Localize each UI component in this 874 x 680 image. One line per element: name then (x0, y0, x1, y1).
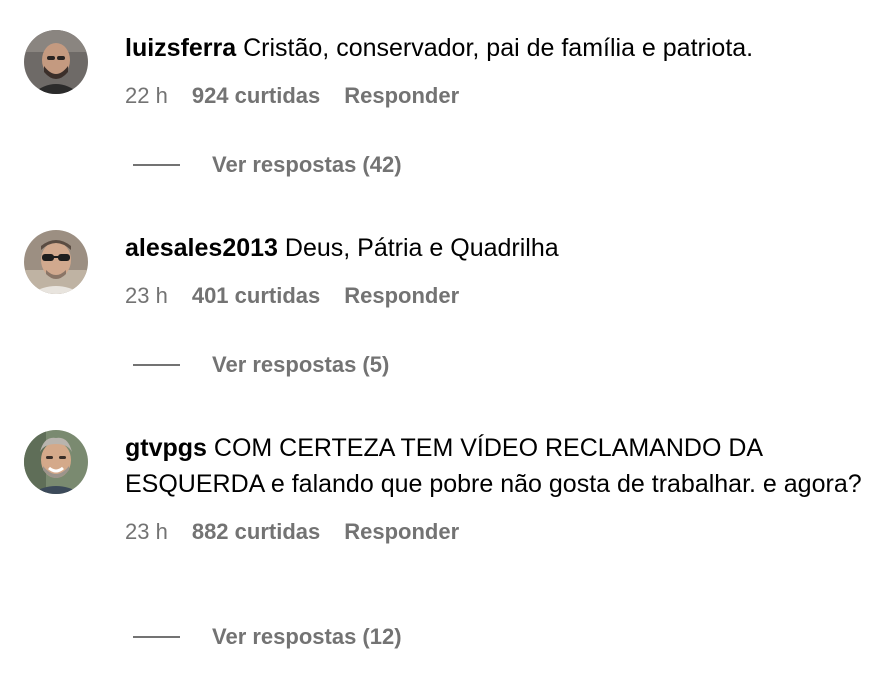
comment-username[interactable]: gtvpgs (125, 434, 207, 462)
view-replies-button[interactable]: Ver respostas (5) (133, 352, 389, 378)
comment-time: 23 h (125, 519, 168, 544)
view-replies-label: Ver respostas (5) (212, 352, 390, 377)
comment-body: luizsferra Cristão, conservador, pai de … (125, 30, 865, 111)
comment-text-line: luizsferra Cristão, conservador, pai de … (125, 30, 865, 66)
reply-button[interactable]: Responder (344, 517, 459, 547)
avatar-image (24, 30, 88, 94)
comment-meta: 22 h 924 curtidas Responder (125, 81, 865, 111)
comment-username[interactable]: alesales2013 (125, 234, 278, 262)
comment-text: Deus, Pátria e Quadrilha (284, 234, 559, 262)
replies-divider-line (133, 364, 180, 366)
reply-button[interactable]: Responder (344, 81, 459, 111)
comment-likes[interactable]: 401 curtidas (192, 281, 320, 311)
comment-meta: 23 h 882 curtidas Responder (125, 517, 865, 547)
comment-time: 23 h (125, 283, 168, 308)
comment-body: gtvpgs COM CERTEZA TEM VÍDEO RECLAMANDO … (125, 430, 865, 547)
comment-text-line: gtvpgs COM CERTEZA TEM VÍDEO RECLAMANDO … (125, 430, 865, 502)
avatar[interactable] (24, 30, 88, 94)
reply-button[interactable]: Responder (344, 281, 459, 311)
view-replies-label: Ver respostas (42) (212, 152, 402, 177)
avatar-image (24, 230, 88, 294)
avatar[interactable] (24, 230, 88, 294)
comment-username[interactable]: luizsferra (125, 34, 236, 62)
comment-time: 22 h (125, 83, 168, 108)
view-replies-button[interactable]: Ver respostas (12) (133, 624, 402, 650)
avatar-image (24, 430, 88, 494)
comment-likes[interactable]: 882 curtidas (192, 517, 320, 547)
replies-divider-line (133, 636, 180, 638)
replies-divider-line (133, 164, 180, 166)
comment-text-line: alesales2013 Deus, Pátria e Quadrilha (125, 230, 865, 266)
comments-list: luizsferra Cristão, conservador, pai de … (0, 0, 874, 680)
view-replies-button[interactable]: Ver respostas (42) (133, 152, 402, 178)
view-replies-label: Ver respostas (12) (212, 624, 402, 649)
comment-body: alesales2013 Deus, Pátria e Quadrilha 23… (125, 230, 865, 311)
comment-text: COM CERTEZA TEM VÍDEO RECLAMANDO DA ESQU… (125, 434, 862, 498)
avatar[interactable] (24, 430, 88, 494)
comment-likes[interactable]: 924 curtidas (192, 81, 320, 111)
comment-meta: 23 h 401 curtidas Responder (125, 281, 865, 311)
comment-text: Cristão, conservador, pai de família e p… (243, 34, 754, 62)
